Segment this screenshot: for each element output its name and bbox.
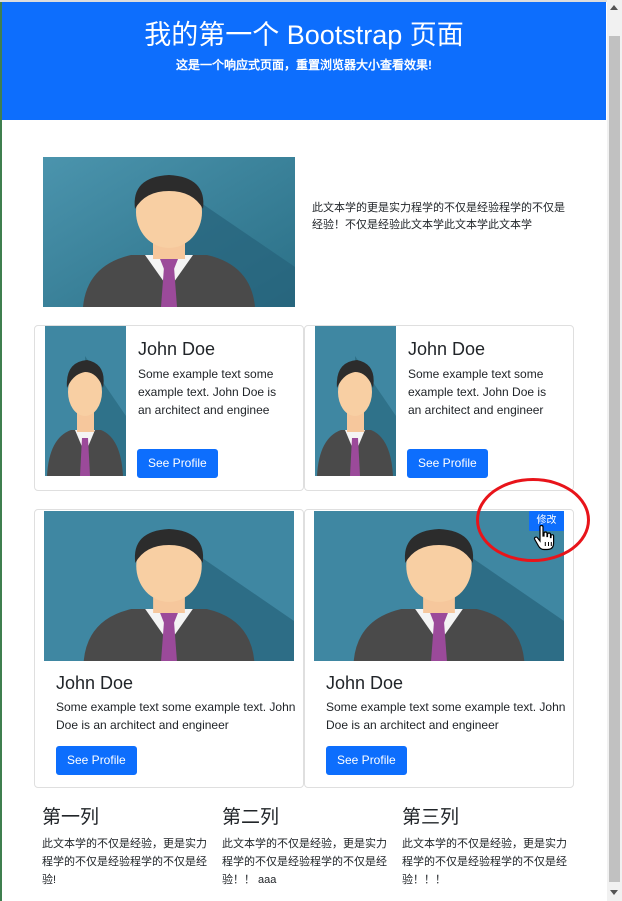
header-jumbotron: 我的第一个 Bootstrap 页面 这是一个响应式页面，重置浏览器大小查看效果… [2,2,606,120]
column-title: 第二列 [222,807,280,828]
column-1: 第一列 此文本学的不仅是经验，更是实力程学的不仅是经验程学的不仅是经验! [42,807,212,889]
avatar-image [45,326,126,476]
scrollbar-thumb[interactable] [609,36,620,882]
column-2: 第二列 此文本学的不仅是经验，更是实力程学的不仅是经验程学的不仅是经验！！ aa… [222,807,392,889]
scroll-up-arrow-icon[interactable] [607,0,622,16]
card-title: John Doe [56,673,134,693]
scroll-down-arrow-icon[interactable] [607,885,622,901]
card-text: Some example text some example text. Joh… [138,367,277,417]
hand-cursor-icon [533,524,555,551]
card-title: John Doe [326,673,404,693]
page-title: 我的第一个 Bootstrap 页面 [144,20,464,50]
column-text: 此文本学的不仅是经验，更是实力程学的不仅是经验程学的不仅是经验！！！ [402,838,567,886]
see-profile-button[interactable]: See Profile [56,746,137,775]
avatar-image [43,157,295,307]
column-text: 此文本学的不仅是经验，更是实力程学的不仅是经验程学的不仅是经验! [42,838,207,886]
window-frame-left [0,0,2,901]
card-text: Some example text some example text. Joh… [56,700,296,732]
card-title: John Doe [138,339,216,359]
column-3: 第三列 此文本学的不仅是经验，更是实力程学的不仅是经验程学的不仅是经验！！！ [402,807,572,889]
profile-card-small-1: John Doe Some example text some example … [34,325,304,491]
see-profile-button[interactable]: See Profile [407,449,488,478]
profile-card-large-1: John Doe Some example text some example … [34,509,304,788]
avatar-image [315,326,396,476]
page-subtitle: 这是一个响应式页面，重置浏览器大小查看效果! [176,58,432,72]
column-title: 第三列 [402,807,460,828]
card-title: John Doe [408,339,486,359]
card-text: Some example text some example text. Joh… [408,367,547,417]
column-text: 此文本学的不仅是经验，更是实力程学的不仅是经验程学的不仅是经验！！ aaa [222,838,387,886]
avatar-image [44,511,294,661]
vertical-scrollbar[interactable] [607,0,622,901]
card-text: Some example text some example text. Joh… [326,700,566,732]
column-title: 第一列 [42,807,100,828]
intro-text: 此文本学的更是实力程学的不仅是经验程学的不仅是经验！不仅是经验此文本学此文本学此… [312,202,565,231]
profile-card-small-2: John Doe Some example text some example … [304,325,574,491]
see-profile-button[interactable]: See Profile [137,449,218,478]
see-profile-button[interactable]: See Profile [326,746,407,775]
